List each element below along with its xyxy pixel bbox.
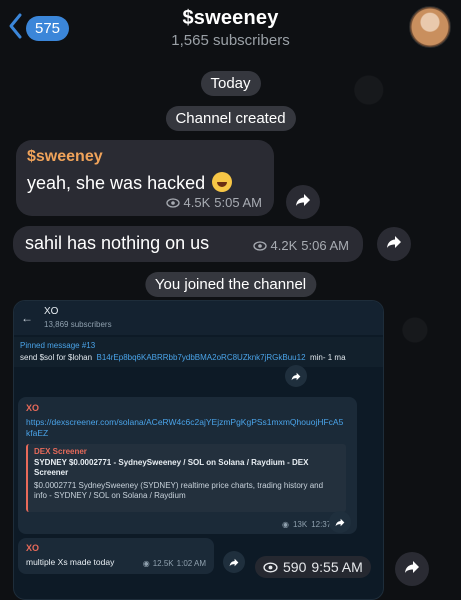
screenshot-header: ← XO 13,869 subscribers <box>14 301 383 335</box>
message-time: 1:02 AM <box>176 559 206 568</box>
eye-icon <box>263 562 278 573</box>
forward-arrow-icon <box>386 235 402 254</box>
screenshot-forward-icon <box>285 365 307 387</box>
eye-icon <box>252 240 267 251</box>
preview-description: $0.0002771 SydneySweeney (SYDNEY) realti… <box>34 481 324 500</box>
laughing-emoji-icon <box>212 172 233 192</box>
message-sender: $sweeney <box>27 148 103 165</box>
forward-button[interactable] <box>395 552 429 586</box>
message-time: 5:06 AM <box>301 238 349 253</box>
eye-icon: ◉ <box>281 520 289 529</box>
message-bubble[interactable]: sahil has nothing on us 4.2K 5:06 AM <box>13 226 363 262</box>
screenshot-message-text: multiple Xs made today <box>26 557 115 567</box>
screenshot-forward-icon <box>223 551 245 573</box>
screenshot-subscriber-count: 13,869 subscribers <box>44 320 112 329</box>
eye-icon <box>165 197 180 208</box>
date-separator: Today <box>200 71 261 96</box>
view-count: 13K <box>292 520 308 529</box>
message-bubble[interactable]: $sweeney yeah, she was hacked 4.5K 5:05 … <box>16 140 274 216</box>
screenshot-link-message: XO https://dexscreener.com/solana/ACeRW4… <box>18 397 357 534</box>
message-text: sahil has nothing on us <box>25 233 210 253</box>
chat-header: 575 $sweeney 1,565 subscribers <box>0 0 461 62</box>
message-time: 5:05 AM <box>214 195 262 210</box>
preview-site-name: DEX Screener <box>34 447 87 456</box>
channel-avatar[interactable] <box>409 6 451 48</box>
eye-icon: ◉ <box>142 559 150 568</box>
view-count: 590 <box>283 559 307 575</box>
message-text: yeah, she was hacked <box>27 172 233 194</box>
message-meta: 4.5K 5:05 AM <box>165 195 262 210</box>
screenshot-meta: ◉ 12.5K 1:02 AM <box>143 559 206 568</box>
preview-heading: SYDNEY $0.0002771 - SydneySweeney / SOL … <box>34 458 309 477</box>
view-count: 4.5K <box>183 195 211 210</box>
forward-arrow-icon <box>295 193 311 212</box>
pinned-label: Pinned message #13 <box>20 341 96 350</box>
subscriber-count: 1,565 subscribers <box>171 32 290 49</box>
screenshot-forward-icon <box>329 511 351 533</box>
channel-title[interactable]: $sweeney <box>0 7 461 30</box>
message-meta: 4.2K 5:06 AM <box>252 238 349 253</box>
screenshot-link: https://dexscreener.com/solana/ACeRW4c6c… <box>26 417 344 438</box>
forward-arrow-icon <box>404 560 420 579</box>
message-time: 9:55 AM <box>311 559 363 575</box>
forward-button[interactable] <box>286 185 320 219</box>
link-preview: DEX Screener SYDNEY $0.0002771 - SydneyS… <box>26 444 346 512</box>
joined-channel-notice: You joined the channel <box>144 272 317 297</box>
channel-created-notice: Channel created <box>165 106 296 131</box>
screenshot-text-message: XO multiple Xs made today ◉ 12.5K 1:02 A… <box>18 538 214 574</box>
view-count: 12.5K <box>152 559 174 568</box>
screenshot-sender: XO <box>26 403 40 413</box>
pinned-text: send $sol for $lohan B14rEp8bq6KABRRbb7y… <box>20 353 346 362</box>
forward-button[interactable] <box>377 227 411 261</box>
screenshot-pinned-message: Pinned message #13 send $sol for $lohan … <box>14 337 383 367</box>
screenshot-sender: XO <box>26 543 40 553</box>
view-count: 4.2K <box>270 238 298 253</box>
screenshot-channel-name: XO <box>44 306 59 317</box>
back-arrow-icon: ← <box>21 311 33 325</box>
photo-message-meta: 590 9:55 AM <box>255 556 371 578</box>
